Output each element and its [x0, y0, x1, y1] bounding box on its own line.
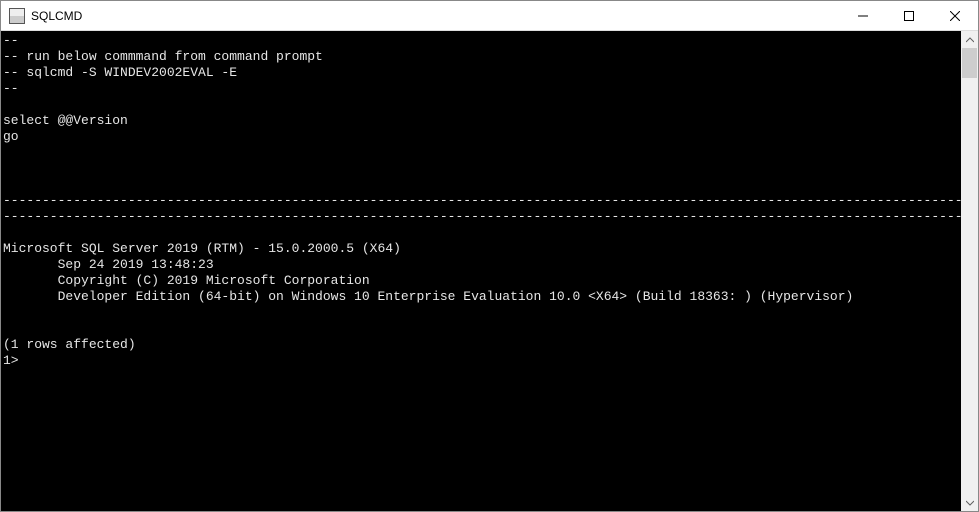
- minimize-button[interactable]: [840, 1, 886, 31]
- scroll-up-button[interactable]: [961, 31, 978, 48]
- titlebar: SQLCMD: [1, 1, 978, 31]
- close-button[interactable]: [932, 1, 978, 31]
- vertical-scrollbar[interactable]: [961, 31, 978, 511]
- maximize-button[interactable]: [886, 1, 932, 31]
- console-output[interactable]: -- -- run below commmand from command pr…: [1, 31, 961, 511]
- scroll-thumb[interactable]: [962, 48, 977, 78]
- app-icon: [9, 8, 25, 24]
- scroll-down-button[interactable]: [961, 494, 978, 511]
- client-area: -- -- run below commmand from command pr…: [1, 31, 978, 511]
- window-title: SQLCMD: [31, 9, 82, 23]
